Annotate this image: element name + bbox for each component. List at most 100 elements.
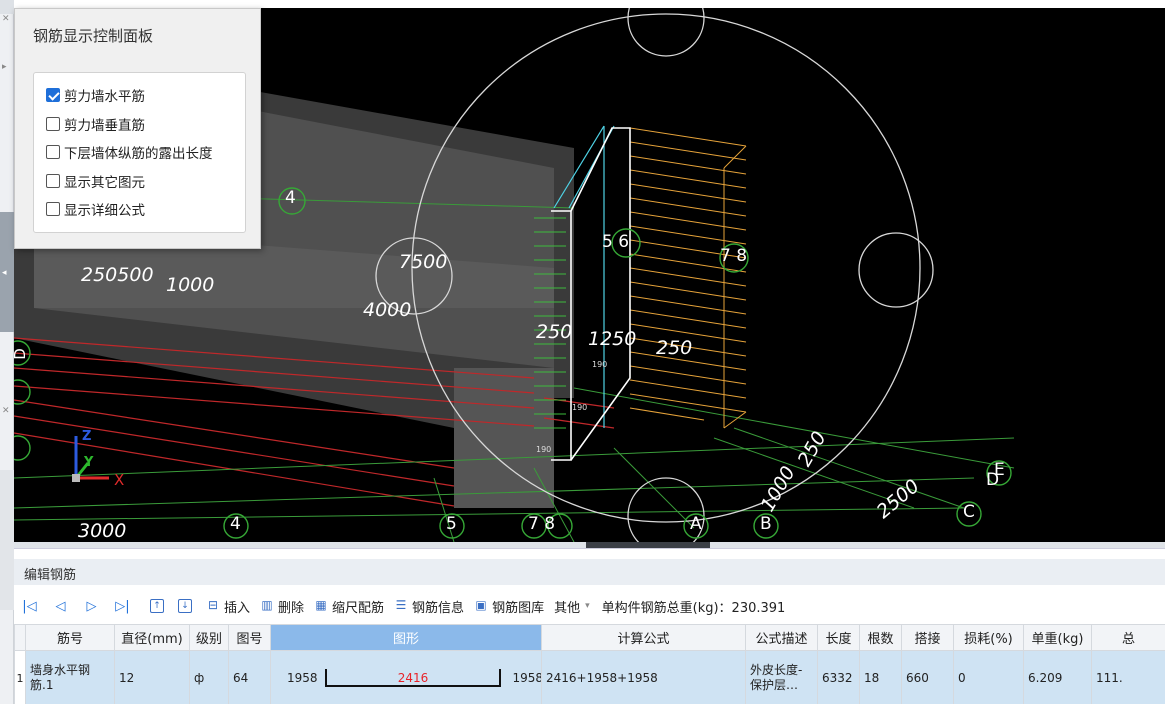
option-shear-wall-horizontal[interactable]: 剪力墙水平筋 — [46, 85, 145, 105]
option-lower-wall-exposed-length[interactable]: 下层墙体纵筋的露出长度 — [46, 142, 213, 162]
column-header[interactable]: 单重(kg) — [1023, 624, 1092, 651]
arrow-right-icon[interactable]: ▸ — [2, 62, 7, 72]
collapse-tab-top[interactable] — [0, 0, 14, 14]
library-icon: ▣ — [475, 598, 487, 612]
axis-label: 4 — [285, 188, 296, 208]
option-label: 剪力墙垂直筋 — [64, 118, 145, 134]
axis-label: 7 8 — [720, 246, 748, 266]
chevron-down-icon: ▾ — [585, 601, 590, 611]
option-label: 显示详细公式 — [64, 203, 145, 219]
small-label: 190 — [536, 445, 552, 454]
checkbox[interactable] — [46, 202, 60, 216]
arrow-up-icon: ↑ — [150, 599, 164, 613]
option-show-detailed-formula[interactable]: 显示详细公式 — [46, 199, 145, 219]
first-record-button[interactable]: |◁ — [14, 599, 45, 614]
cell-length[interactable]: 6332 — [817, 650, 860, 704]
insert-label: 插入 — [224, 600, 251, 616]
cell-grade[interactable]: ф — [189, 650, 229, 704]
gizmo-z-label: Z — [82, 429, 92, 444]
cell-description[interactable]: 外皮长度-保护层… — [745, 650, 818, 704]
table-row[interactable]: 1 墙身水平钢筋.1 12 ф 64 1958 2416 1958 2416+1… — [14, 650, 1165, 704]
column-header[interactable]: 搭接 — [901, 624, 954, 651]
option-show-other-elements[interactable]: 显示其它图元 — [46, 171, 145, 191]
trash-icon: ▥ — [261, 598, 273, 612]
move-down-button[interactable]: ↓ — [178, 599, 196, 613]
edit-panel-title: 编辑钢筋 — [24, 568, 77, 583]
axis-label: 4 — [230, 514, 241, 534]
close-icon[interactable]: ✕ — [2, 14, 10, 24]
shape-left-length: 1958 — [287, 671, 318, 685]
column-header[interactable]: 筋号 — [25, 624, 115, 651]
shape-right-length: 1958 — [512, 671, 542, 685]
options-box: 剪力墙水平筋 剪力墙垂直筋 下层墙体纵筋的露出长度 显示其它图元 显示详细公式 — [33, 72, 246, 233]
column-header[interactable]: 直径(mm) — [114, 624, 190, 651]
rebar-info-button[interactable]: ☰ 钢筋信息 — [394, 597, 464, 616]
collapse-tab-bottom[interactable] — [0, 470, 14, 610]
gizmo-y-label: Y — [84, 455, 94, 470]
cell-lap[interactable]: 660 — [901, 650, 954, 704]
shape-bottom-line — [325, 685, 501, 687]
dim-label: 1250 — [588, 328, 637, 350]
column-header[interactable]: 图号 — [228, 624, 271, 651]
column-header[interactable]: 根数 — [859, 624, 902, 651]
axis-label: A — [690, 514, 702, 534]
other-dropdown[interactable]: 其他 ▾ — [554, 597, 590, 616]
cell-shape[interactable]: 1958 2416 1958 — [270, 650, 542, 704]
dim-label: 1000 — [756, 462, 800, 516]
axis-label: 5 — [446, 514, 457, 534]
rebar-library-button[interactable]: ▣ 钢筋图库 — [474, 597, 544, 616]
dim-label: 250 — [656, 337, 693, 359]
table-header-row: 筋号 直径(mm) 级别 图号 图形 计算公式 公式描述 长度 根数 搭接 损耗… — [14, 624, 1165, 651]
other-label: 其他 — [554, 600, 581, 616]
checkbox-checked[interactable] — [46, 88, 60, 102]
axis-label: E — [994, 460, 1005, 480]
dim-label: 250 — [536, 321, 573, 343]
dim-label: 250 — [793, 427, 831, 471]
next-record-button[interactable]: ▷ — [76, 599, 107, 614]
cell-figure-no[interactable]: 64 — [228, 650, 271, 704]
column-header-active[interactable]: 图形 — [270, 624, 542, 651]
column-header-index — [14, 624, 26, 651]
cell-rebar-name[interactable]: 墙身水平钢筋.1 — [25, 650, 115, 704]
rebar-display-control-panel: 钢筋显示控制面板 剪力墙水平筋 剪力墙垂直筋 下层墙体纵筋的露出长度 显示其它图… — [14, 8, 261, 249]
dim-label: 3000 — [78, 520, 127, 542]
dim-label: 4000 — [363, 299, 412, 321]
cell-total-weight[interactable]: 111. — [1091, 650, 1165, 704]
option-shear-wall-vertical[interactable]: 剪力墙垂直筋 — [46, 114, 145, 134]
column-header[interactable]: 长度 — [817, 624, 860, 651]
cell-count[interactable]: 18 — [859, 650, 902, 704]
checkbox[interactable] — [46, 174, 60, 188]
left-side-strip: ✕ ▸ ◂ ✕ — [0, 0, 14, 704]
delete-button[interactable]: ▥ 删除 — [260, 597, 304, 616]
cell-unit-weight[interactable]: 6.209 — [1023, 650, 1092, 704]
checkbox[interactable] — [46, 117, 60, 131]
column-header[interactable]: 损耗(%) — [953, 624, 1024, 651]
insert-button[interactable]: ⊟ 插入 — [206, 597, 250, 616]
prev-record-button[interactable]: ◁ — [45, 599, 76, 614]
close-icon-2[interactable]: ✕ — [2, 406, 10, 416]
last-record-button[interactable]: ▷| — [107, 599, 138, 614]
move-up-button[interactable]: ↑ — [150, 599, 168, 613]
column-header[interactable]: 级别 — [189, 624, 229, 651]
shape-right-leg — [499, 669, 501, 687]
row-index: 1 — [14, 650, 26, 704]
rebar-library-label: 钢筋图库 — [492, 600, 545, 616]
option-label: 下层墙体纵筋的露出长度 — [64, 146, 213, 162]
delete-label: 删除 — [278, 600, 305, 616]
cell-diameter[interactable]: 12 — [114, 650, 190, 704]
arrow-down-icon: ↓ — [178, 599, 192, 613]
column-header[interactable]: 计算公式 — [541, 624, 746, 651]
edit-rebar-panel: 编辑钢筋 |◁ ◁ ▷ ▷| ↑ ↓ ⊟ 插入 ▥ 删除 ▦ 缩尺配筋 ☰ 钢筋信息 ▣… — [14, 548, 1165, 704]
cell-loss[interactable]: 0 — [953, 650, 1024, 704]
column-header[interactable]: 总 — [1091, 624, 1165, 651]
arrow-left-icon[interactable]: ◂ — [2, 268, 7, 278]
scale-rebar-button[interactable]: ▦ 缩尺配筋 — [314, 597, 384, 616]
total-weight-label: 单构件钢筋总重(kg)：230.391 — [601, 600, 786, 616]
ruler-icon: ▦ — [315, 598, 327, 612]
rebar-table: 筋号 直径(mm) 级别 图号 图形 计算公式 公式描述 长度 根数 搭接 损耗… — [14, 624, 1165, 704]
panel-title: 钢筋显示控制面板 — [33, 27, 154, 45]
cell-formula[interactable]: 2416+1958+1958 — [541, 650, 746, 704]
checkbox[interactable] — [46, 145, 60, 159]
edit-toolbar: |◁ ◁ ▷ ▷| ↑ ↓ ⊟ 插入 ▥ 删除 ▦ 缩尺配筋 ☰ 钢筋信息 ▣ 钢筋图库 … — [14, 595, 1165, 617]
column-header[interactable]: 公式描述 — [745, 624, 818, 651]
